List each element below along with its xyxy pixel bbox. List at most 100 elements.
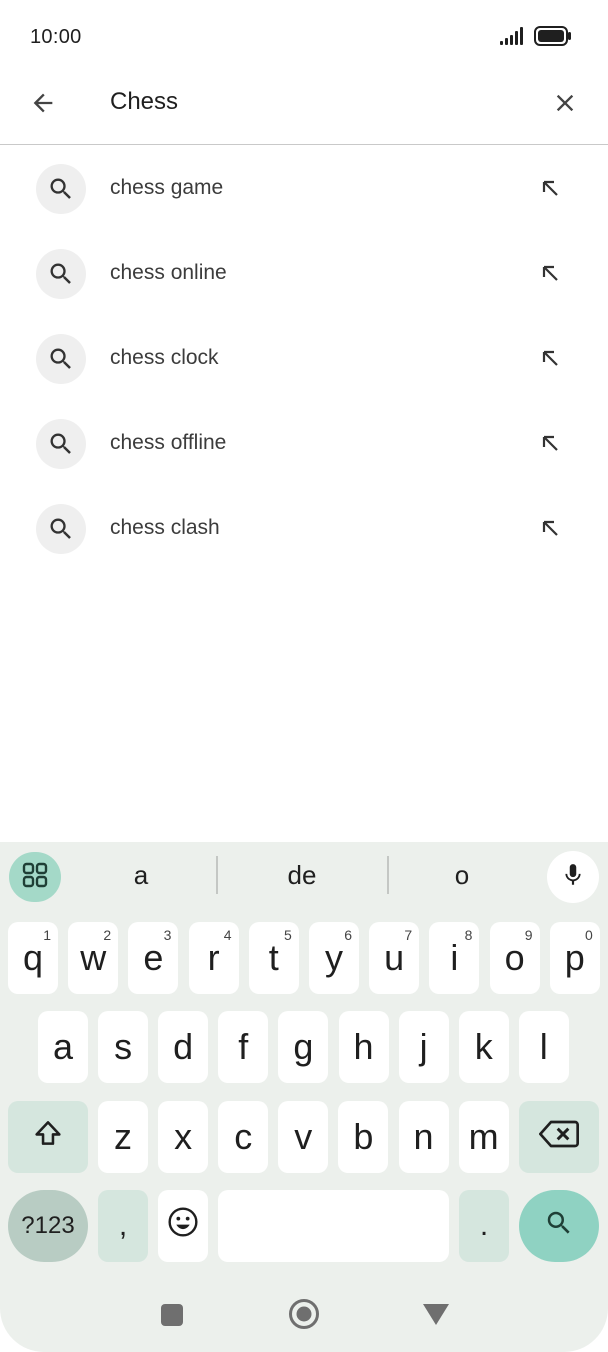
key-x[interactable]: x [158, 1101, 209, 1173]
battery-icon [534, 26, 572, 51]
key-hint: 5 [284, 927, 292, 943]
period-key[interactable]: . [459, 1190, 509, 1262]
divider [216, 856, 218, 894]
suggestion-text: chess offline [110, 431, 227, 454]
arrow-up-left-icon[interactable] [532, 340, 568, 376]
key-s[interactable]: s [98, 1011, 149, 1083]
arrow-up-left-icon[interactable] [532, 170, 568, 206]
key-hint: 1 [43, 927, 51, 943]
key-w[interactable]: w2 [68, 922, 119, 994]
word-suggestion[interactable]: de [252, 860, 352, 891]
home-button[interactable] [288, 1298, 320, 1335]
shift-icon [31, 1116, 65, 1159]
key-label: w [80, 937, 107, 978]
arrow-up-left-icon[interactable] [532, 510, 568, 546]
suggestion-item[interactable]: chess clock [0, 316, 608, 401]
apps-button[interactable] [9, 852, 61, 902]
key-v[interactable]: v [278, 1101, 329, 1173]
key-m[interactable]: m [458, 1101, 509, 1173]
key-hint: 2 [103, 927, 112, 943]
key-label: i [450, 937, 459, 978]
key-label: y [325, 937, 343, 978]
emoji-key[interactable] [158, 1190, 208, 1262]
comma-key[interactable]: , [98, 1190, 148, 1262]
space-key[interactable] [218, 1190, 449, 1262]
key-l[interactable]: l [518, 1011, 569, 1083]
word-suggestion[interactable]: o [412, 860, 512, 891]
backspace-key[interactable] [519, 1101, 599, 1173]
key-label: t [268, 937, 279, 978]
key-hint: 8 [464, 927, 473, 943]
key-g[interactable]: g [278, 1011, 329, 1083]
symbols-key[interactable]: ?123 [8, 1190, 88, 1262]
clear-button[interactable] [544, 84, 586, 126]
key-label: q [22, 937, 44, 978]
search-input[interactable]: Chess [110, 87, 178, 117]
key-h[interactable]: h [338, 1011, 389, 1083]
close-icon [551, 89, 579, 122]
back-nav-button[interactable] [422, 1302, 450, 1331]
key-y[interactable]: y6 [309, 922, 359, 994]
suggestion-text: chess clash [110, 516, 220, 539]
search-icon [36, 419, 86, 469]
key-k[interactable]: k [458, 1011, 509, 1083]
search-bar: Chess [0, 72, 608, 145]
suggestion-list: chess game chess online chess clock ches… [0, 146, 608, 571]
suggestion-item[interactable]: chess online [0, 231, 608, 316]
key-q[interactable]: q1 [8, 922, 58, 994]
suggestion-item[interactable]: chess clash [0, 486, 608, 571]
key-label: p [564, 937, 585, 978]
key-e[interactable]: e3 [128, 922, 179, 994]
mic-button[interactable] [547, 851, 599, 903]
key-label: r [207, 937, 220, 978]
search-icon [36, 504, 86, 554]
search-icon [36, 164, 86, 214]
status-bar: 10:00 [0, 0, 608, 72]
key-r[interactable]: r4 [188, 922, 239, 994]
recents-button[interactable] [161, 1304, 183, 1331]
key-p[interactable]: p0 [549, 922, 600, 994]
emoji-icon [167, 1205, 199, 1247]
back-button[interactable] [22, 84, 64, 126]
backspace-icon [539, 1116, 579, 1158]
divider [387, 856, 389, 894]
key-n[interactable]: n [398, 1101, 449, 1173]
arrow-up-left-icon[interactable] [532, 425, 568, 461]
key-hint: 3 [163, 927, 172, 943]
search-icon [36, 334, 86, 384]
keyboard-search-key[interactable] [519, 1190, 599, 1262]
key-z[interactable]: z [98, 1101, 148, 1173]
key-hint: 0 [585, 927, 593, 943]
key-o[interactable]: o9 [489, 922, 540, 994]
key-i[interactable]: i8 [429, 922, 480, 994]
key-j[interactable]: j [398, 1011, 449, 1083]
arrow-back-icon [29, 89, 57, 122]
key-hint: 7 [404, 927, 413, 943]
key-label: o [504, 937, 525, 978]
search-icon [36, 249, 86, 299]
key-b[interactable]: b [338, 1101, 389, 1173]
word-suggestion[interactable]: a [91, 860, 191, 891]
keyboard: a de o q1w2e3r4t5y6u7i8o9p0 asdfghjkl z … [0, 842, 608, 1352]
key-d[interactable]: d [158, 1011, 209, 1083]
suggestion-item[interactable]: chess game [0, 146, 608, 231]
key-u[interactable]: u7 [369, 922, 420, 994]
microphone-icon [560, 860, 586, 895]
keyboard-toolbar: a de o [0, 842, 608, 914]
arrow-up-left-icon[interactable] [532, 255, 568, 291]
key-hint: 6 [344, 927, 352, 943]
key-t[interactable]: t5 [248, 922, 299, 994]
suggestion-text: chess game [110, 176, 224, 199]
key-c[interactable]: c [218, 1101, 269, 1173]
signal-icon [500, 27, 526, 50]
key-hint: 4 [223, 927, 232, 943]
navigation-bar [0, 1284, 608, 1352]
key-a[interactable]: a [38, 1011, 88, 1083]
status-time: 10:00 [30, 26, 82, 48]
key-f[interactable]: f [218, 1011, 269, 1083]
key-hint: 9 [524, 927, 533, 943]
grid-apps-icon [21, 861, 49, 894]
suggestion-text: chess clock [110, 346, 219, 369]
shift-key[interactable] [8, 1101, 88, 1173]
suggestion-item[interactable]: chess offline [0, 401, 608, 486]
